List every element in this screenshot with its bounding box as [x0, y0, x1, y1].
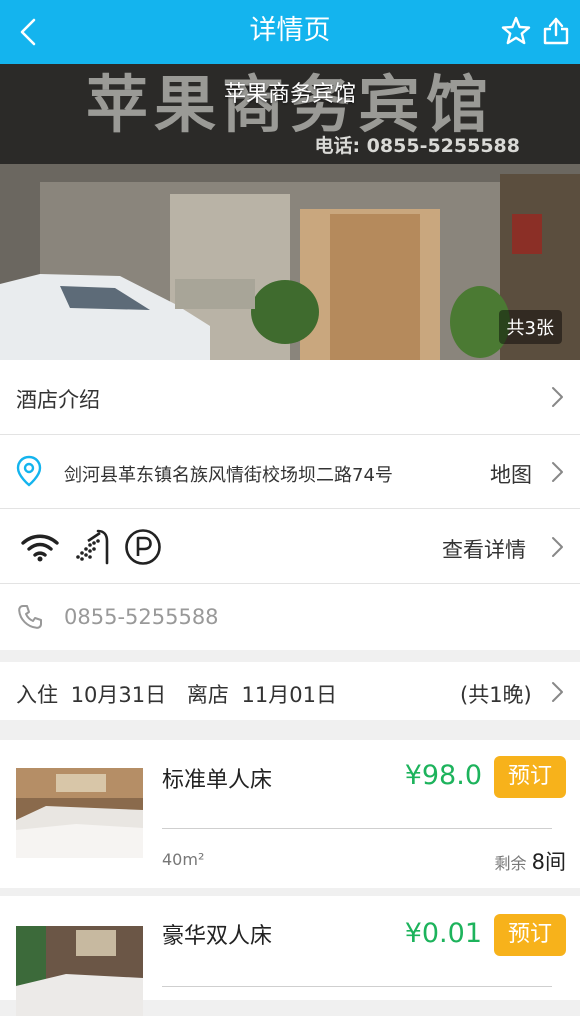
chevron-right-icon	[552, 682, 563, 702]
remaining-count: 8间	[531, 850, 566, 874]
rooms-remaining: 剩余 8间	[495, 846, 566, 876]
chevron-right-icon	[552, 462, 563, 482]
book-button[interactable]: 预订	[494, 914, 566, 956]
checkout-date: 11月01日	[241, 683, 337, 707]
chevron-right-icon	[552, 537, 563, 557]
room-name: 豪华双人床	[162, 924, 273, 949]
top-bar: 详情页	[0, 0, 580, 64]
location-pin-icon	[16, 455, 42, 487]
room-card[interactable]: 标准单人床 ¥98.0 预订 40m² 剩余 8间	[0, 740, 580, 888]
checkin-date: 10月31日	[70, 683, 167, 707]
hotel-photo-illustration: 苹果商务宾馆 电话: 0855-5255588	[0, 64, 580, 360]
room-price: ¥0.01	[404, 918, 482, 949]
phone-icon	[18, 605, 42, 629]
room-photo-illustration	[16, 768, 143, 858]
divider	[162, 986, 552, 987]
hotel-phone-number[interactable]: 0855-5255588	[64, 605, 219, 629]
room-price: ¥98.0	[404, 760, 482, 791]
room-area: 40m²	[162, 850, 205, 869]
sign-phone: 电话: 0855-5255588	[314, 134, 520, 157]
address-text: 剑河县革东镇名族风情街校场坝二路74号	[64, 465, 393, 486]
room-card[interactable]: 豪华双人床 ¥0.01 预订	[0, 896, 580, 1016]
photo-count-badge: 共3张	[498, 310, 562, 344]
address-row[interactable]: 剑河县革东镇名族风情街校场坝二路74号 地图	[0, 435, 580, 508]
hotel-intro-row[interactable]: 酒店介绍	[0, 360, 580, 434]
divider	[162, 828, 552, 829]
hotel-photo[interactable]: 苹果商务宾馆 电话: 0855-5255588 苹果商务宾馆 共3张	[0, 64, 580, 360]
facilities-row[interactable]: 查看详情	[0, 509, 580, 583]
star-icon[interactable]	[500, 14, 532, 48]
phone-row[interactable]: 0855-5255588	[0, 584, 580, 650]
share-icon[interactable]	[540, 14, 572, 48]
shower-icon	[76, 529, 109, 565]
room-photo-illustration	[16, 926, 143, 1016]
facilities-detail-link[interactable]: 查看详情	[442, 534, 526, 564]
map-link[interactable]: 地图	[490, 459, 532, 489]
parking-icon	[125, 529, 161, 565]
hotel-name: 苹果商务宾馆	[223, 82, 356, 107]
wifi-icon	[21, 534, 59, 562]
page-title: 详情页	[249, 15, 331, 46]
remaining-label: 剩余	[494, 854, 527, 873]
nights-count: (共1晚)	[460, 683, 532, 707]
chevron-right-icon	[552, 387, 563, 407]
stay-dates-row[interactable]: 入住 10月31日 离店 11月01日 (共1晚)	[0, 662, 580, 720]
room-photo[interactable]	[16, 926, 143, 1016]
checkin-label: 入住	[16, 683, 58, 707]
room-name: 标准单人床	[162, 768, 273, 793]
book-button[interactable]: 预订	[494, 756, 566, 798]
stay-dates: 入住 10月31日 离店 11月01日	[16, 679, 337, 709]
hotel-intro-label: 酒店介绍	[16, 388, 100, 412]
room-photo[interactable]	[16, 768, 143, 858]
checkout-label: 离店	[186, 683, 229, 707]
